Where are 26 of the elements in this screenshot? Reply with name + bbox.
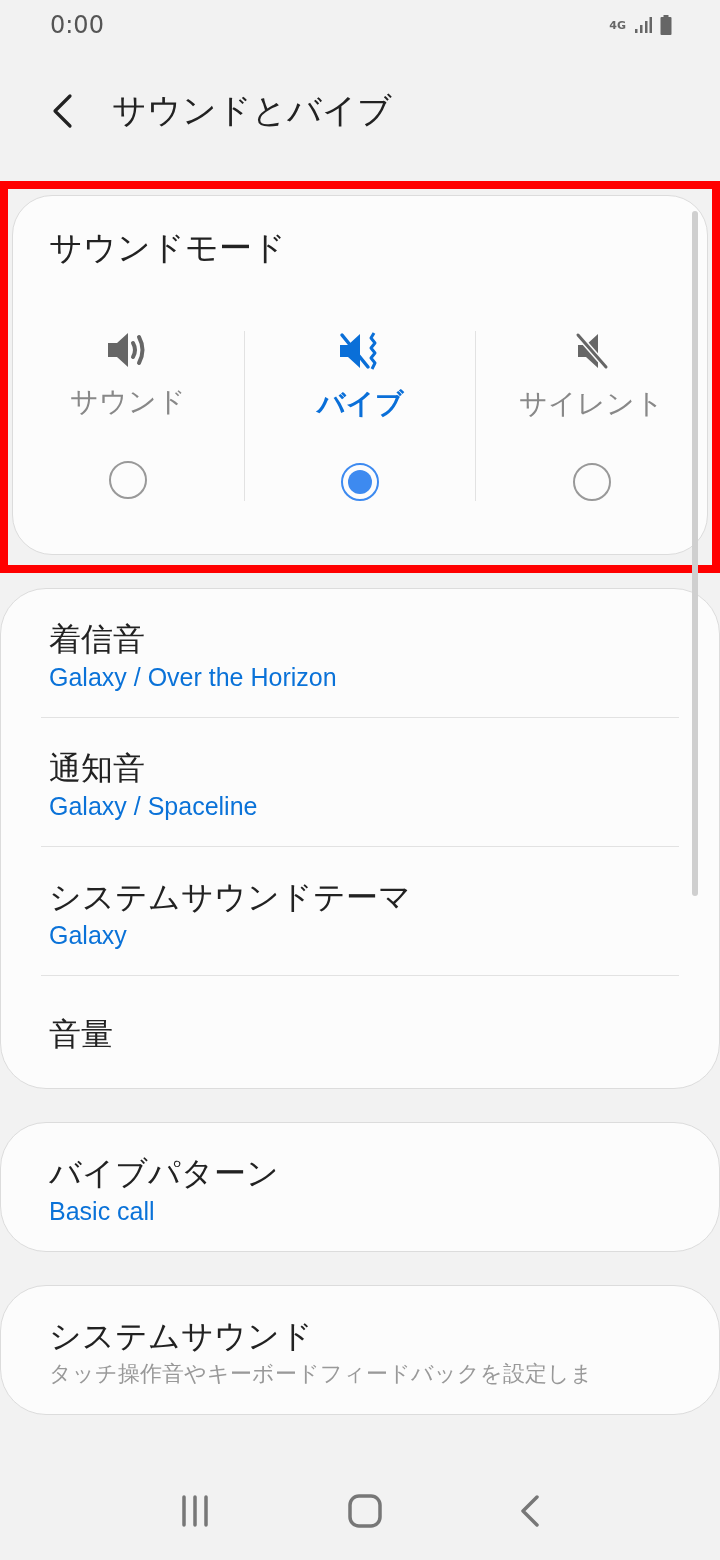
setting-title[interactable]: システムサウンドテーマ — [49, 875, 671, 919]
section-title: サウンドモード — [48, 227, 287, 269]
setting-value: Galaxy / Over the Horizon — [49, 662, 338, 693]
setting-title[interactable]: バイブパターン — [49, 1151, 671, 1195]
radio-button[interactable] — [572, 463, 611, 501]
network-type: 4G — [609, 18, 626, 32]
status-time: 0:00 — [50, 11, 104, 39]
setting-title[interactable]: 通知音 — [49, 746, 671, 790]
setting-title[interactable]: システムサウンド — [49, 1314, 671, 1358]
speaker-mute-icon — [573, 331, 610, 371]
mode-label: サイレント — [519, 386, 665, 422]
setting-value: Galaxy / Spaceline — [49, 791, 259, 822]
setting-title[interactable]: 着信音 — [49, 617, 671, 661]
setting-value: Basic call — [49, 1196, 156, 1227]
battery-icon — [660, 15, 672, 35]
radio-button[interactable] — [109, 461, 148, 499]
radio-button[interactable] — [341, 463, 379, 501]
setting-value: Galaxy — [49, 920, 128, 951]
home-button[interactable] — [348, 1494, 382, 1528]
page-title: サウンドとバイブ — [112, 88, 392, 132]
setting-title[interactable]: 音量 — [49, 1012, 671, 1056]
back-nav-button[interactable] — [519, 1494, 542, 1528]
signal-icon — [634, 16, 652, 34]
mode-label: バイブ — [316, 386, 404, 422]
setting-description: タッチ操作音やキーボードフィードバックを設定しま — [49, 1360, 594, 1388]
mode-label: サウンド — [70, 384, 187, 420]
